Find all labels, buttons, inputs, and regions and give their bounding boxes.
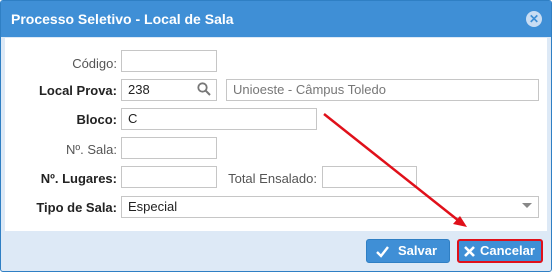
sala-label: Nº. Sala: [66,142,117,157]
cancel-button-label: Cancelar [480,243,535,258]
sala-field[interactable] [121,137,217,159]
dialog: Processo Seletivo - Local de Sala ✕ Códi… [0,0,552,272]
dialog-titlebar: Processo Seletivo - Local de Sala ✕ [1,1,551,37]
total-ensalado-field [322,166,417,188]
codigo-label: Código: [72,56,117,71]
local-prova-label: Local Prova: [38,83,117,98]
close-icon[interactable]: ✕ [526,11,542,27]
bloco-label: Bloco: [76,112,117,127]
bloco-field[interactable]: C [121,108,317,130]
tipo-sala-select[interactable]: Especial [121,196,539,218]
codigo-field[interactable] [121,50,217,72]
save-button-label: Salvar [398,243,438,258]
lugares-label: Nº. Lugares: [40,171,117,186]
search-icon[interactable] [197,82,211,96]
cancel-button[interactable]: Cancelar [457,239,543,263]
total-ensalado-label: Total Ensalado: [228,171,317,186]
check-icon [376,246,389,258]
save-button[interactable]: Salvar [366,239,450,263]
local-prova-name-field: Unioeste - Câmpus Toledo [226,79,539,101]
chevron-down-icon[interactable] [522,203,532,208]
close-x-icon [464,246,475,257]
dialog-title: Processo Seletivo - Local de Sala [11,11,234,27]
tipo-sala-label: Tipo de Sala: [36,200,117,215]
